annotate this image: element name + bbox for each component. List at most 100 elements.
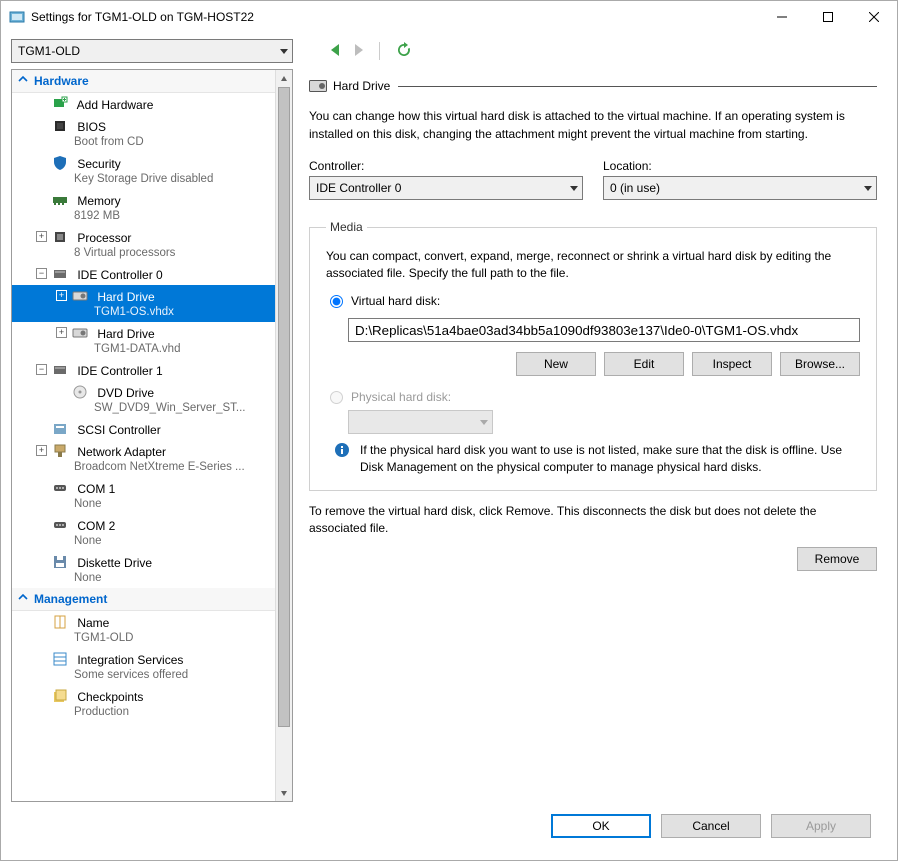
tree-hard-drive-1[interactable]: + Hard Drive TGM1-OS.vhdx xyxy=(12,285,292,322)
tree-network-adapter[interactable]: + Network Adapter Broadcom NetXtreme E-S… xyxy=(12,440,292,477)
scrollbar-track[interactable] xyxy=(276,87,292,784)
controller-icon xyxy=(52,362,68,378)
media-description: You can compact, convert, expand, merge,… xyxy=(326,248,860,282)
remove-button[interactable]: Remove xyxy=(797,547,877,571)
section-hardware[interactable]: Hardware xyxy=(12,70,292,93)
hard-drive-icon xyxy=(72,325,88,341)
vhd-path-field[interactable] xyxy=(348,318,860,342)
scsi-icon xyxy=(52,421,68,437)
add-hardware-icon xyxy=(52,96,68,112)
expand-icon[interactable]: + xyxy=(56,327,67,338)
refresh-button[interactable] xyxy=(396,42,412,61)
nav-back-button[interactable] xyxy=(331,44,341,59)
serial-port-icon xyxy=(52,517,68,533)
minimize-button[interactable] xyxy=(759,1,805,33)
settings-tree: Hardware Add Hardware BIOS Boot from CD … xyxy=(11,69,293,802)
media-legend: Media xyxy=(326,220,367,234)
apply-button: Apply xyxy=(771,814,871,838)
controller-label: Controller: xyxy=(309,159,583,173)
scroll-down-icon[interactable] xyxy=(276,784,292,801)
network-icon xyxy=(52,443,68,459)
chevron-down-icon xyxy=(480,420,488,425)
chevron-down-icon xyxy=(280,49,288,54)
expand-icon[interactable]: + xyxy=(36,231,47,242)
window-title: Settings for TGM1-OLD on TGM-HOST22 xyxy=(31,10,759,24)
info-icon xyxy=(334,442,350,458)
remove-description: To remove the virtual hard disk, click R… xyxy=(309,503,877,537)
chevron-down-icon xyxy=(864,186,872,191)
physical-disk-select xyxy=(348,410,493,434)
tree-name[interactable]: Name TGM1-OLD xyxy=(12,611,292,648)
tree-ide0[interactable]: − IDE Controller 0 xyxy=(12,263,292,285)
collapse-icon[interactable]: − xyxy=(36,268,47,279)
settings-window: Settings for TGM1-OLD on TGM-HOST22 TGM1… xyxy=(0,0,898,861)
expand-icon[interactable]: + xyxy=(56,290,67,301)
collapse-icon xyxy=(18,592,28,606)
collapse-icon[interactable]: − xyxy=(36,364,47,375)
app-icon xyxy=(9,9,25,25)
serial-port-icon xyxy=(52,480,68,496)
vm-selector[interactable]: TGM1-OLD xyxy=(11,39,293,63)
tree-add-hardware[interactable]: Add Hardware xyxy=(12,93,292,115)
section-management[interactable]: Management xyxy=(12,588,292,611)
radio-vhd-input[interactable] xyxy=(330,295,343,308)
nav-separator xyxy=(379,42,380,60)
memory-icon xyxy=(52,192,68,208)
controller-select[interactable]: IDE Controller 0 xyxy=(309,176,583,200)
tree-scsi[interactable]: SCSI Controller xyxy=(12,418,292,440)
new-button[interactable]: New xyxy=(516,352,596,376)
ok-button[interactable]: OK xyxy=(551,814,651,838)
hard-drive-icon xyxy=(72,288,88,304)
tree-processor[interactable]: + Processor 8 Virtual processors xyxy=(12,226,292,263)
maximize-button[interactable] xyxy=(805,1,851,33)
hard-drive-icon xyxy=(309,79,325,93)
services-icon xyxy=(52,651,68,667)
tag-icon xyxy=(52,614,68,630)
cancel-button[interactable]: Cancel xyxy=(661,814,761,838)
tree-security[interactable]: Security Key Storage Drive disabled xyxy=(12,152,292,189)
collapse-icon xyxy=(18,74,28,88)
tree-integration-services[interactable]: Integration Services Some services offer… xyxy=(12,648,292,685)
cpu-icon xyxy=(52,229,68,245)
controller-icon xyxy=(52,266,68,282)
tree-diskette[interactable]: Diskette Drive None xyxy=(12,551,292,588)
scroll-up-icon[interactable] xyxy=(276,70,292,87)
scrollbar-thumb[interactable] xyxy=(278,87,290,727)
chevron-down-icon xyxy=(570,186,578,191)
physical-disk-info-text: If the physical hard disk you want to us… xyxy=(360,442,860,476)
titlebar: Settings for TGM1-OLD on TGM-HOST22 xyxy=(1,1,897,33)
tree-memory[interactable]: Memory 8192 MB xyxy=(12,189,292,226)
radio-virtual-hard-disk[interactable]: Virtual hard disk: xyxy=(330,294,860,308)
tree-scrollbar[interactable] xyxy=(275,70,292,801)
diskette-icon xyxy=(52,554,68,570)
tree-bios[interactable]: BIOS Boot from CD xyxy=(12,115,292,152)
remove-area: To remove the virtual hard disk, click R… xyxy=(309,503,877,571)
location-label: Location: xyxy=(603,159,877,173)
nav-forward-button[interactable] xyxy=(353,44,363,59)
location-select[interactable]: 0 (in use) xyxy=(603,176,877,200)
dialog-footer: OK Cancel Apply xyxy=(11,802,887,850)
inspect-button[interactable]: Inspect xyxy=(692,352,772,376)
edit-button[interactable]: Edit xyxy=(604,352,684,376)
heading-rule xyxy=(398,86,877,87)
panel-heading: Hard Drive xyxy=(333,79,390,93)
radio-physical-hard-disk: Physical hard disk: xyxy=(330,390,860,404)
browse-button[interactable]: Browse... xyxy=(780,352,860,376)
dvd-icon xyxy=(72,384,88,400)
radio-phys-input xyxy=(330,391,343,404)
tree-com2[interactable]: COM 2 None xyxy=(12,514,292,551)
tree-checkpoints[interactable]: Checkpoints Production xyxy=(12,685,292,722)
tree-hard-drive-2[interactable]: + Hard Drive TGM1-DATA.vhd xyxy=(12,322,292,359)
detail-panel: Hard Drive You can change how this virtu… xyxy=(303,69,887,802)
tree-com1[interactable]: COM 1 None xyxy=(12,477,292,514)
tree-dvd-drive[interactable]: DVD Drive SW_DVD9_Win_Server_ST... xyxy=(12,381,292,418)
tree-ide1[interactable]: − IDE Controller 1 xyxy=(12,359,292,381)
vm-selector-value: TGM1-OLD xyxy=(18,44,80,58)
close-button[interactable] xyxy=(851,1,897,33)
media-group: Media You can compact, convert, expand, … xyxy=(309,220,877,491)
shield-icon xyxy=(52,155,68,171)
panel-description: You can change how this virtual hard dis… xyxy=(309,107,877,143)
expand-icon[interactable]: + xyxy=(36,445,47,456)
checkpoint-icon xyxy=(52,688,68,704)
chip-icon xyxy=(52,118,68,134)
